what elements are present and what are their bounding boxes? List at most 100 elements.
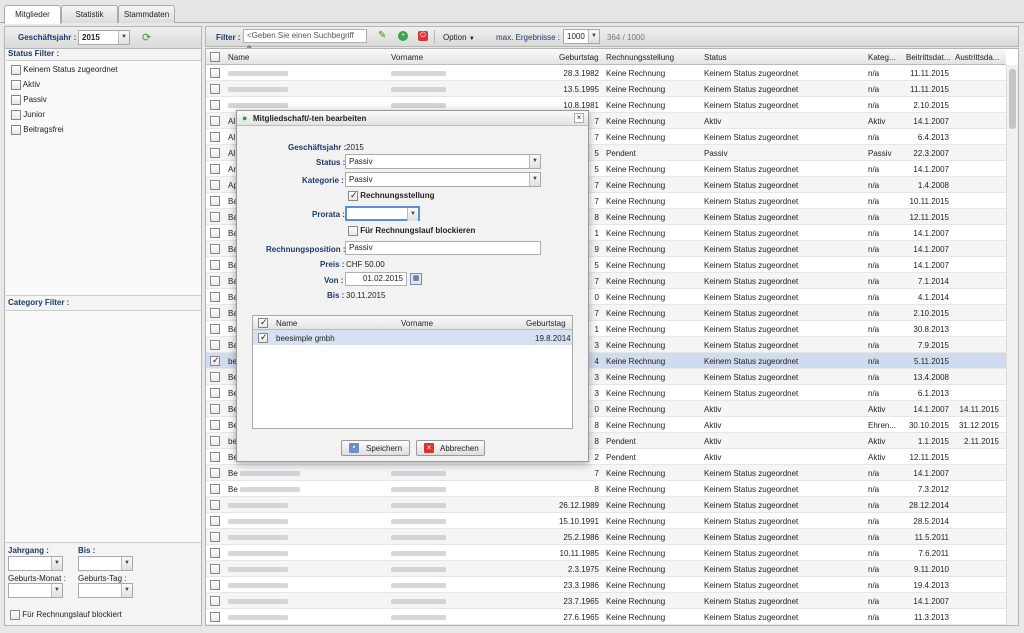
calendar-icon[interactable]: ▦ bbox=[410, 273, 422, 285]
status-item[interactable]: Junior bbox=[11, 110, 45, 120]
checkbox[interactable] bbox=[11, 95, 21, 105]
col-vorname[interactable]: Vorname bbox=[391, 53, 423, 62]
table-row[interactable]: Be 7 Keine Rechnung Keinem Status zugeordne… bbox=[206, 465, 1006, 481]
row-checkbox[interactable] bbox=[210, 468, 220, 478]
prorata-select[interactable]: ▼ bbox=[345, 206, 420, 221]
select-all-checkbox[interactable] bbox=[210, 52, 220, 62]
checkbox[interactable] bbox=[11, 80, 21, 90]
filter-input[interactable]: <Geben Sie einen Suchbegriff e... bbox=[243, 29, 367, 52]
col-austrittsdatum[interactable]: Austrittsda... bbox=[955, 53, 999, 62]
row-checkbox[interactable] bbox=[210, 516, 220, 526]
tab-stammdaten[interactable]: Stammdaten bbox=[118, 5, 175, 23]
status-item[interactable]: Passiv bbox=[11, 95, 47, 105]
table-row[interactable]: 15.10.1991 Keine Rechnung Keinem Status zu… bbox=[206, 513, 1006, 529]
row-checkbox[interactable] bbox=[210, 436, 220, 446]
row-checkbox[interactable] bbox=[210, 340, 220, 350]
row-checkbox[interactable] bbox=[210, 388, 220, 398]
category-select[interactable]: Passiv ▼ bbox=[345, 172, 541, 187]
table-row[interactable]: 26.12.1989 Keine Rechnung Keinem Status zu… bbox=[206, 497, 1006, 513]
row-checkbox[interactable] bbox=[210, 596, 220, 606]
row-checkbox[interactable] bbox=[210, 548, 220, 558]
row-checkbox[interactable] bbox=[210, 372, 220, 382]
blocked-filter[interactable]: Für Rechnungslauf blockiert bbox=[10, 610, 122, 620]
row-checkbox[interactable] bbox=[210, 532, 220, 542]
geburtstag-select[interactable]: ▼ bbox=[78, 583, 133, 598]
table-row[interactable]: 23.3.1986 Keine Rechnung Keinem Status zug… bbox=[206, 577, 1006, 593]
tab-mitglieder[interactable]: Mitglieder bbox=[4, 5, 61, 24]
row-checkbox[interactable] bbox=[210, 484, 220, 494]
row-checkbox[interactable] bbox=[210, 452, 220, 462]
checkbox[interactable] bbox=[11, 110, 21, 120]
status-item[interactable]: Keinem Status zugeordnet bbox=[11, 65, 118, 75]
row-checkbox[interactable] bbox=[210, 276, 220, 286]
checkbox[interactable] bbox=[11, 125, 21, 135]
row-checkbox[interactable] bbox=[210, 68, 220, 78]
power-icon[interactable]: ⏻ bbox=[418, 31, 428, 41]
col-kategorie[interactable]: Kateg... bbox=[868, 53, 896, 62]
dialog-col-name[interactable]: Name bbox=[276, 319, 297, 328]
dialog-grid-row[interactable]: beesimple gmbh 19.8.2014 bbox=[253, 330, 572, 345]
from-date-input[interactable]: 01.02.2015 bbox=[345, 272, 407, 286]
max-select[interactable]: 1000 ▼ bbox=[563, 29, 600, 44]
checkbox[interactable] bbox=[10, 610, 20, 620]
table-row[interactable]: 2.3.1975 Keine Rechnung Keinem Status zuge… bbox=[206, 561, 1006, 577]
checkbox[interactable] bbox=[11, 65, 21, 75]
table-row[interactable]: 27.6.1965 Keine Rechnung Keinem Status zug… bbox=[206, 609, 1006, 625]
row-checkbox[interactable] bbox=[210, 148, 220, 158]
col-name[interactable]: Name bbox=[228, 53, 249, 62]
row-checkbox[interactable] bbox=[210, 355, 220, 366]
position-input[interactable]: Passiv bbox=[345, 241, 541, 255]
checkbox[interactable] bbox=[348, 226, 358, 236]
row-checkbox[interactable] bbox=[210, 580, 220, 590]
table-row[interactable]: 28.3.1982 Keine Rechnung Keinem Status zug… bbox=[206, 65, 1006, 81]
row-checkbox[interactable] bbox=[210, 292, 220, 302]
status-item[interactable]: Aktiv bbox=[11, 80, 40, 90]
row-checkbox[interactable] bbox=[210, 212, 220, 222]
dialog-select-all[interactable] bbox=[258, 317, 268, 328]
col-beitrittsdatum[interactable]: Beitrittsdat... bbox=[906, 53, 950, 62]
table-row[interactable]: 13.5.1995 Keine Rechnung Keinem Status zug… bbox=[206, 81, 1006, 97]
row-checkbox[interactable] bbox=[210, 324, 220, 334]
geburtsmonat-select[interactable]: ▼ bbox=[8, 583, 63, 598]
scrollbar-thumb[interactable] bbox=[1009, 69, 1016, 129]
col-geburtstag[interactable]: Geburtstag bbox=[559, 53, 599, 62]
row-checkbox[interactable] bbox=[210, 180, 220, 190]
bis-select[interactable]: ▼ bbox=[78, 556, 133, 571]
row-checkbox[interactable] bbox=[258, 332, 268, 343]
table-row[interactable]: 14.5.1997Keine RechnungKeinem Status zug… bbox=[206, 625, 1006, 626]
dialog-col-geburtstag[interactable]: Geburtstag bbox=[526, 319, 566, 328]
year-select[interactable]: 2015 ▼ bbox=[78, 30, 130, 45]
pencil-icon[interactable]: ✎ bbox=[378, 30, 386, 41]
close-icon[interactable]: × bbox=[574, 113, 584, 123]
row-checkbox[interactable] bbox=[210, 500, 220, 510]
status-select[interactable]: Passiv ▼ bbox=[345, 154, 541, 169]
billing-check[interactable]: Rechnungsstellung bbox=[348, 190, 434, 201]
scrollbar[interactable] bbox=[1006, 65, 1018, 625]
col-status[interactable]: Status bbox=[704, 53, 727, 62]
row-checkbox[interactable] bbox=[210, 164, 220, 174]
table-row[interactable]: 23.7.1965 Keine Rechnung Keinem Status zug… bbox=[206, 593, 1006, 609]
table-row[interactable]: 10.11.1985 Keine Rechnung Keinem Status zu… bbox=[206, 545, 1006, 561]
refresh-icon[interactable]: ⟳ bbox=[142, 31, 151, 44]
tab-statistik[interactable]: Statistik bbox=[61, 5, 118, 23]
status-item[interactable]: Beitragsfrei bbox=[11, 125, 64, 135]
row-checkbox[interactable] bbox=[210, 244, 220, 254]
row-checkbox[interactable] bbox=[210, 228, 220, 238]
jahrgang-select[interactable]: ▼ bbox=[8, 556, 63, 571]
save-button[interactable]: ▪ Speichern bbox=[341, 440, 410, 456]
checkbox[interactable] bbox=[348, 190, 358, 201]
col-rechnungsstellung[interactable]: Rechnungsstellung bbox=[606, 53, 674, 62]
row-checkbox[interactable] bbox=[210, 260, 220, 270]
row-checkbox[interactable] bbox=[210, 196, 220, 206]
table-row[interactable]: Be 8 Keine Rechnung Keinem Status zugeordne… bbox=[206, 481, 1006, 497]
dialog-col-vorname[interactable]: Vorname bbox=[401, 319, 433, 328]
row-checkbox[interactable] bbox=[210, 612, 220, 622]
row-checkbox[interactable] bbox=[210, 404, 220, 414]
add-icon[interactable]: + bbox=[398, 31, 408, 41]
row-checkbox[interactable] bbox=[210, 308, 220, 318]
block-check[interactable]: Für Rechnungslauf blockieren bbox=[348, 226, 475, 236]
row-checkbox[interactable] bbox=[210, 132, 220, 142]
row-checkbox[interactable] bbox=[210, 100, 220, 110]
option-menu[interactable]: Option ▼ bbox=[443, 33, 475, 42]
cancel-button[interactable]: × Abbrechen bbox=[416, 440, 485, 456]
